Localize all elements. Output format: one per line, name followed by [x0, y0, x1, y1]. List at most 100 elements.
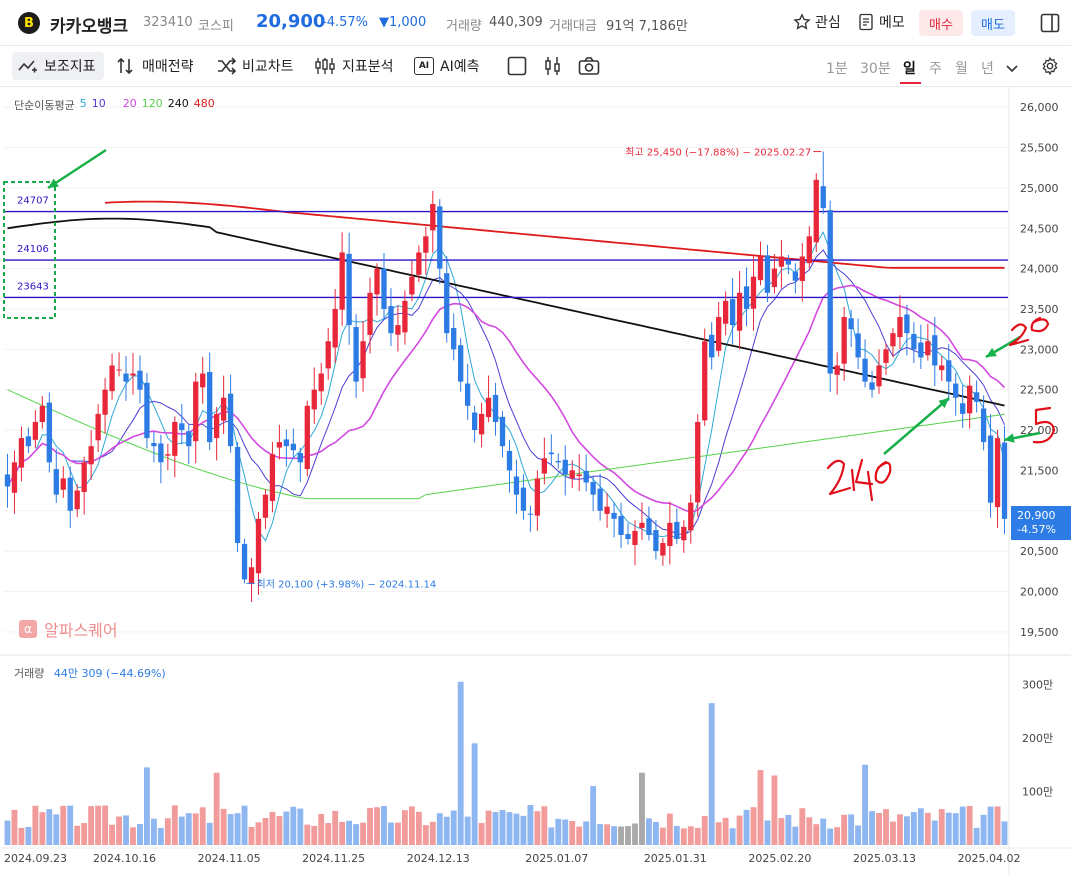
volume-bar	[18, 827, 25, 845]
x-tick-label: 2024.10.16	[93, 852, 156, 865]
volume-bar	[137, 824, 143, 845]
volume-bar	[639, 772, 645, 845]
candle-body	[451, 327, 457, 350]
volume-bar	[164, 818, 171, 845]
volume-bar	[60, 805, 67, 845]
candle-body	[555, 460, 561, 463]
candle-body	[332, 308, 338, 348]
volume-bar	[74, 825, 81, 845]
candle-body	[980, 408, 987, 443]
volume-bar	[715, 822, 722, 845]
candle-body	[123, 373, 129, 382]
volume-bar	[980, 814, 987, 845]
candle-body	[81, 462, 87, 493]
candle-body	[388, 306, 394, 334]
candle-body	[290, 443, 296, 451]
volume-bar	[485, 810, 492, 845]
candle-body	[960, 403, 966, 414]
candle-body	[834, 365, 840, 375]
candle-body	[688, 502, 694, 531]
volume-bar	[597, 824, 604, 845]
candle-body	[269, 454, 276, 502]
candle-body	[925, 341, 931, 356]
volume-bar	[945, 812, 952, 845]
candle-body	[248, 567, 255, 585]
ma240-line	[7, 217, 1005, 407]
price-chart[interactable]: 26,000 25,500 25,000 24,500 24,000 23,500 23,0…	[0, 0, 1071, 875]
volume-bar	[339, 821, 346, 845]
volume-bar	[1001, 821, 1008, 845]
x-tick-label: 2025.01.07	[525, 852, 588, 865]
candle-body	[416, 252, 422, 275]
x-tick-label: 2025.02.20	[748, 852, 811, 865]
candle-body	[262, 494, 269, 518]
volume-bar	[722, 817, 729, 845]
volume-bar	[736, 815, 743, 845]
volume-bar	[750, 807, 757, 845]
volume-bar	[234, 813, 241, 845]
candle-body	[660, 543, 666, 556]
volume-bar	[248, 827, 255, 845]
candle-body	[297, 452, 303, 463]
candle-body	[590, 481, 596, 495]
candle-body	[444, 273, 450, 334]
candle-body	[137, 370, 143, 390]
volume-bar	[548, 827, 555, 845]
y-tick-label: 22,500	[1020, 384, 1059, 397]
ma-legend: 단순이동평균 5 10 20 120 240 480	[14, 97, 215, 113]
candle-body	[750, 276, 757, 309]
volume-bar	[855, 825, 862, 845]
candle-body	[32, 421, 39, 440]
volume-bar	[520, 815, 527, 845]
ma20-line	[6, 284, 1006, 514]
volume-bar	[178, 816, 185, 845]
candle-body	[374, 268, 380, 295]
volume-bar	[938, 809, 945, 845]
volume-bar	[415, 811, 422, 845]
volume-bar	[785, 814, 792, 845]
volume-bar	[499, 810, 506, 845]
x-tick-label: 2025.04.02	[958, 852, 1021, 865]
volume-bar	[834, 827, 841, 845]
candle-body	[74, 490, 80, 510]
candle-body	[716, 317, 722, 351]
ma10-line	[7, 249, 1005, 536]
volume-legend-label: 거래량	[14, 667, 45, 680]
volume-bar	[395, 822, 401, 845]
volume-bar	[506, 812, 513, 845]
y-tick-label: 20,500	[1020, 545, 1059, 558]
candle-body	[513, 476, 520, 495]
candle-body	[597, 488, 603, 511]
candle-body	[130, 373, 136, 376]
candle-body	[485, 397, 492, 418]
volume-tick-label: 300만	[1022, 678, 1053, 691]
volume-bar	[346, 820, 353, 845]
y-tick-label: 26,000	[1020, 101, 1059, 114]
candle-body	[764, 255, 771, 293]
volume-bar	[213, 772, 220, 845]
volume-tick-label: 100만	[1022, 785, 1053, 798]
candle-body	[88, 446, 94, 465]
volume-bar	[764, 820, 771, 845]
volume-bar	[743, 809, 750, 845]
candle-body	[179, 423, 185, 431]
candle-body	[604, 506, 610, 514]
volume-bar	[144, 767, 150, 845]
candle-body	[813, 179, 819, 243]
candle-body	[409, 276, 415, 295]
candle-body	[939, 365, 945, 371]
candle-body	[53, 469, 59, 495]
candle-body	[283, 439, 290, 447]
volume-bar	[262, 817, 269, 845]
arrow-box	[47, 148, 107, 190]
candle-body	[987, 435, 994, 503]
candle-body	[848, 318, 854, 330]
volume-bar	[897, 814, 903, 845]
ma-legend-10: 10	[91, 97, 106, 110]
volume-bar	[269, 811, 276, 845]
volume-bar	[381, 806, 387, 845]
volume-bar	[569, 821, 576, 845]
candle-body	[402, 300, 408, 333]
volume-bar	[25, 826, 32, 845]
candle-body	[151, 442, 157, 447]
